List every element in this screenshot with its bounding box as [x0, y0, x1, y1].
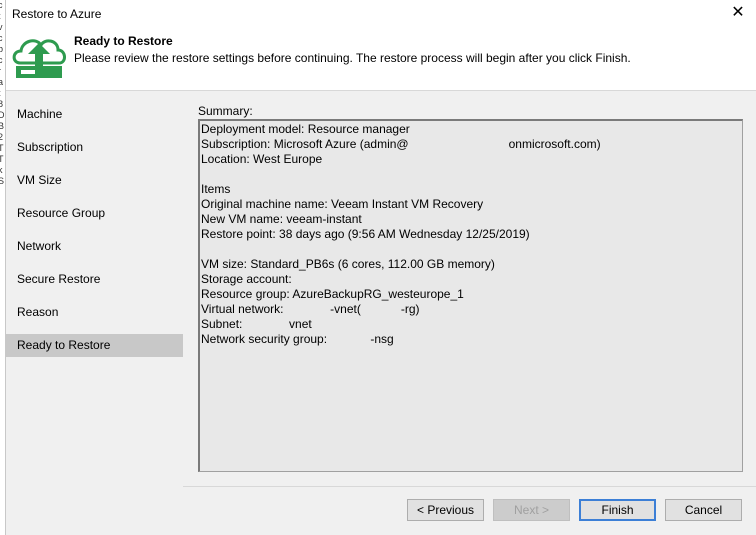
summary-line: Deployment model: Resource manager: [201, 122, 410, 136]
nav-item-reason[interactable]: Reason: [6, 301, 183, 324]
edge-text: 2: [0, 132, 5, 143]
edge-text: v: [0, 22, 5, 33]
footer-divider: [183, 486, 756, 487]
nav-item-subscription[interactable]: Subscription: [6, 136, 183, 159]
summary-line: [201, 242, 742, 257]
cloud-upload-icon: [12, 39, 66, 78]
summary-line: Original machine name: Veeam Instant VM …: [201, 197, 484, 211]
summary-line: VM size: Standard_PB6s (6 cores, 112.00 …: [201, 257, 495, 271]
edge-text: a: [0, 77, 5, 88]
finish-button[interactable]: Finish: [579, 499, 656, 521]
summary-line: Restore point: 38 days ago (9:56 AM Wedn…: [201, 227, 530, 241]
edge-text: r: [0, 66, 5, 77]
edge-text: t: [0, 11, 5, 22]
nav-item-network[interactable]: Network: [6, 235, 183, 258]
previous-button[interactable]: < Previous: [407, 499, 484, 521]
summary-textbox[interactable]: Deployment model: Resource manager Subsc…: [198, 119, 743, 472]
edge-text: c: [0, 55, 5, 66]
edge-text: T: [0, 154, 5, 165]
page-title: Ready to Restore: [74, 34, 173, 48]
edge-text: c: [0, 33, 5, 44]
edge-text: c: [0, 0, 5, 11]
summary-line: Network security group: -nsg: [201, 332, 394, 346]
summary-line: Subscription: Microsoft Azure (admin@ on…: [201, 137, 601, 151]
summary-line: Items: [201, 182, 231, 196]
summary-line: Subnet: vnet: [201, 317, 312, 331]
summary-line: [201, 167, 742, 182]
edge-text: S: [0, 176, 5, 187]
edge-text: t: [0, 88, 5, 99]
nav-item-machine[interactable]: Machine: [6, 103, 183, 126]
nav-item-vm-size[interactable]: VM Size: [6, 169, 183, 192]
window-title: Restore to Azure: [12, 7, 102, 21]
edge-text: k: [0, 165, 5, 176]
summary-line: New VM name: veeam-instant: [201, 212, 362, 226]
summary-line: Virtual network: -vnet( -rg): [201, 302, 420, 316]
nav-item-ready-to-restore[interactable]: Ready to Restore: [6, 334, 183, 357]
page-description: Please review the restore settings befor…: [74, 51, 631, 65]
wizard-steps-nav: Machine Subscription VM Size Resource Gr…: [6, 91, 183, 535]
edge-text: B: [0, 121, 5, 132]
wizard-header: Ready to Restore Please review the resto…: [6, 28, 756, 90]
summary-label: Summary:: [198, 104, 253, 118]
nav-item-resource-group[interactable]: Resource Group: [6, 202, 183, 225]
edge-text: D: [0, 110, 5, 121]
close-icon[interactable]: ✕: [728, 3, 748, 23]
nav-item-secure-restore[interactable]: Secure Restore: [6, 268, 183, 291]
edge-text: b: [0, 44, 5, 55]
edge-text: 8: [0, 99, 5, 110]
summary-line: Location: West Europe: [201, 152, 323, 166]
next-button[interactable]: Next >: [493, 499, 570, 521]
edge-text: T: [0, 143, 5, 154]
summary-line: Resource group: AzureBackupRG_westeurope…: [201, 287, 464, 301]
cancel-button[interactable]: Cancel: [665, 499, 742, 521]
title-bar: Restore to Azure ✕: [6, 0, 756, 28]
summary-line: Storage account:: [201, 272, 292, 286]
